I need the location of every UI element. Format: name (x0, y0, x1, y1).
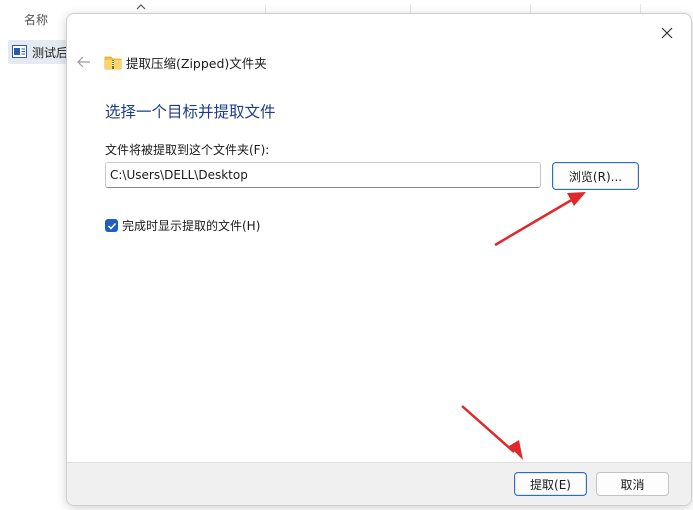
back-arrow-icon (77, 56, 90, 68)
show-files-checkbox-row[interactable]: 完成时显示提取的文件(H) (105, 217, 260, 234)
back-button[interactable] (75, 53, 93, 71)
cancel-button[interactable]: 取消 (596, 472, 669, 496)
close-button[interactable] (653, 20, 681, 46)
file-icon (12, 45, 27, 58)
chevron-up-icon (136, 4, 146, 10)
dialog-title: 提取压缩(Zipped)文件夹 (126, 55, 267, 71)
dialog-title-bar: 提取压缩(Zipped)文件夹 (75, 52, 267, 72)
destination-label: 文件将被提取到这个文件夹(F): (105, 143, 270, 157)
file-name: 测试后 (32, 46, 69, 60)
close-icon (661, 27, 673, 39)
extract-button[interactable]: 提取(E) (514, 472, 587, 496)
checkmark-icon (107, 222, 116, 230)
destination-path-input[interactable] (105, 162, 541, 188)
show-files-checkbox-label: 完成时显示提取的文件(H) (122, 219, 261, 233)
browse-button[interactable]: 浏览(R)... (552, 162, 639, 190)
dialog-footer: 提取(E) 取消 (67, 462, 691, 505)
page-heading: 选择一个目标并提取文件 (105, 103, 276, 121)
column-header-name[interactable]: 名称 (24, 11, 48, 28)
show-files-checkbox[interactable] (105, 219, 118, 232)
extract-dialog: 提取压缩(Zipped)文件夹 选择一个目标并提取文件 文件将被提取到这个文件夹… (66, 13, 692, 506)
zip-folder-icon (104, 56, 122, 70)
